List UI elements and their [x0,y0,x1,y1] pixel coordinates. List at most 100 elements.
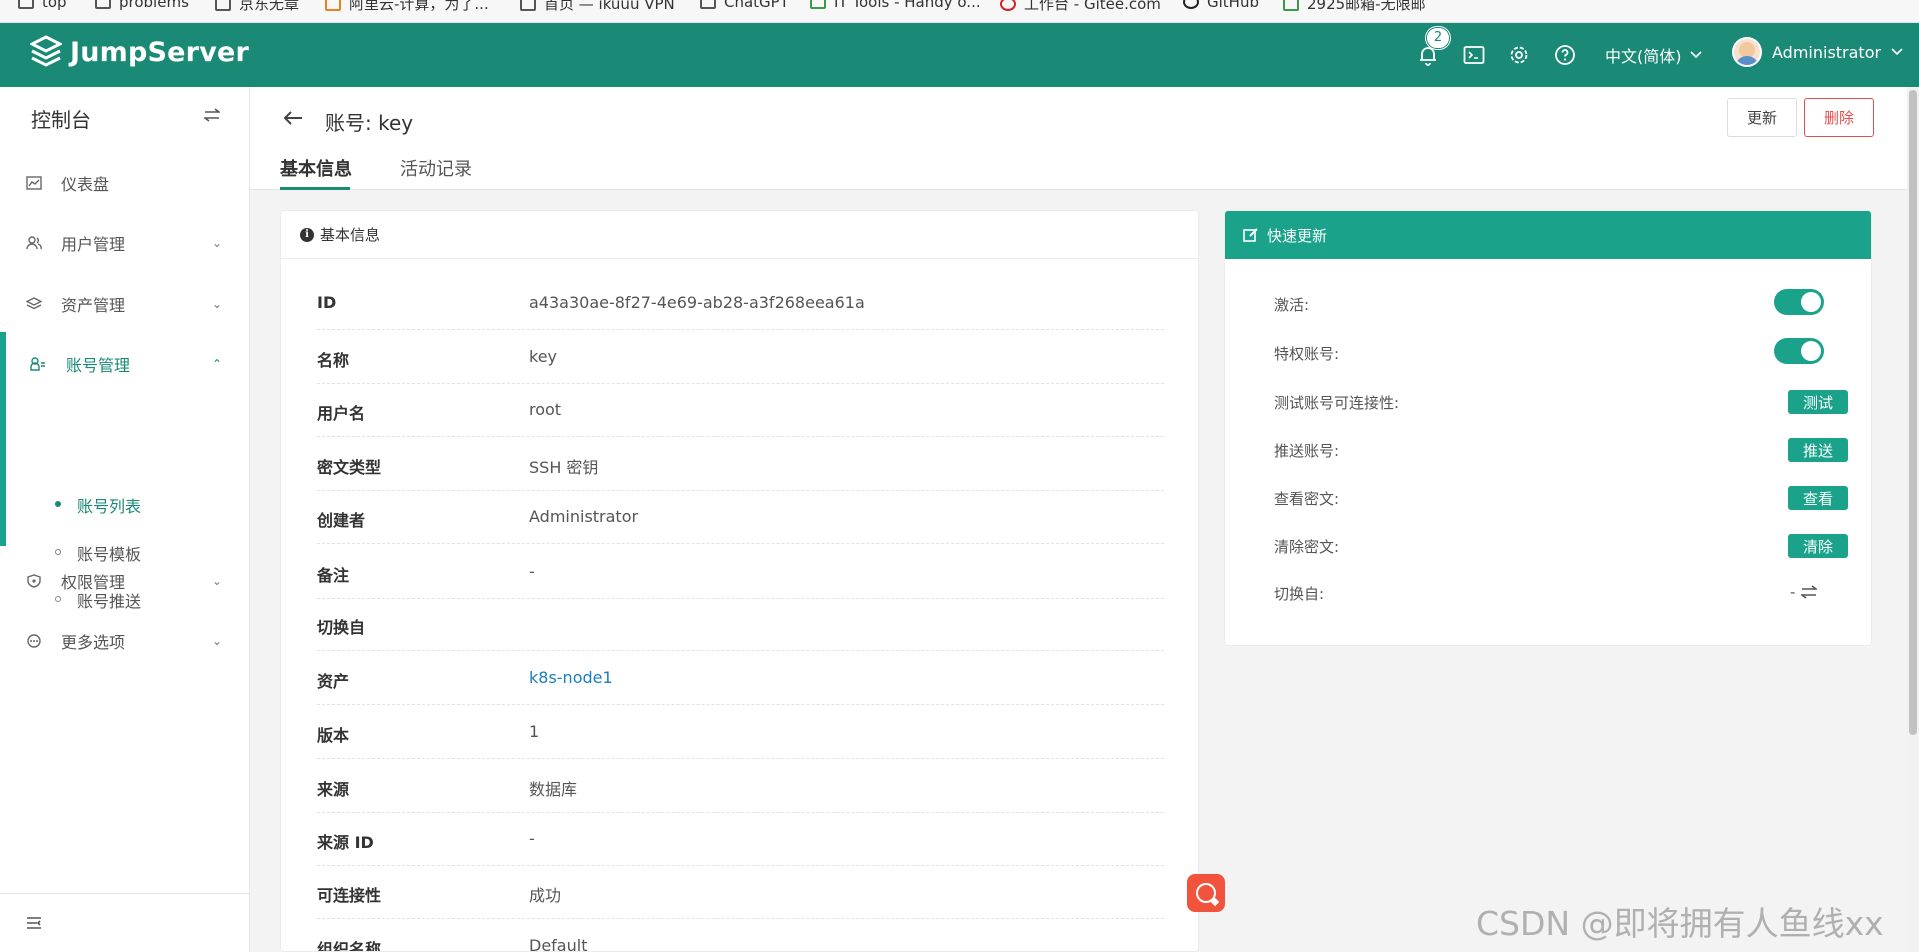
info-row: 组织名称 Default [317,919,1164,952]
info-key: 名称 [317,351,350,370]
sidebar-subitem-account-list[interactable]: 账号列表 [0,485,250,523]
help-button[interactable] [1553,43,1577,67]
delete-button[interactable]: 删除 [1804,98,1874,137]
avatar [1732,37,1762,67]
sidebar-item-more[interactable]: 更多选项 ⌄ [0,616,250,666]
switch-from-value[interactable]: - [1790,583,1818,601]
switch-arrows-icon [1801,585,1818,599]
test-connectivity-button[interactable]: 测试 [1788,390,1848,414]
info-value: - [529,829,535,848]
sidebar-item-accounts[interactable]: 账号管理 ⌃ [0,339,250,389]
update-button[interactable]: 更新 [1727,98,1797,137]
info-key: 来源 [317,780,350,799]
web-terminal-button[interactable] [1462,43,1486,67]
quick-label: 激活: [1274,296,1310,314]
info-value: key [529,347,558,366]
sidebar-item-users[interactable]: 用户管理 ⌄ [0,218,250,268]
chat-icon [1196,883,1216,903]
quick-label: 特权账号: [1274,345,1340,363]
bookmark-item[interactable]: 2925邮箱-无限邮 [1283,0,1426,14]
quick-label: 推送账号: [1274,442,1340,460]
quick-row-privileged: 特权账号: [1274,338,1834,368]
subitem-label: 账号列表 [77,497,142,516]
bullet-icon [55,549,61,555]
tab-basic-info[interactable]: 基本信息 [280,155,352,181]
jumpserver-logo-icon [30,35,62,67]
edit-icon [1243,228,1258,242]
chat-float-button[interactable] [1187,874,1225,912]
scrollbar-thumb[interactable] [1909,90,1917,735]
view-secret-button[interactable]: 查看 [1788,486,1848,510]
bookmark-item[interactable]: GitHub [1183,0,1259,11]
user-name: Administrator [1772,42,1882,62]
clear-secret-button[interactable]: 清除 [1788,534,1848,558]
switch-from-text: - [1790,583,1796,601]
quick-row-clear: 清除密文: 清除 [1274,531,1848,561]
bookmark-item[interactable]: 工作台 - Gitee.com [1000,0,1161,14]
account-icon [30,357,45,371]
info-row: 名称 key [317,330,1164,384]
user-menu[interactable]: Administrator [1732,37,1903,67]
shield-icon [27,574,41,588]
info-row: 资产 k8s-node1 [317,651,1164,705]
page-scrollbar[interactable] [1907,87,1919,952]
page-header: 账号: key 更新 删除 基本信息 活动记录 [250,87,1909,190]
quick-label: 切换自: [1274,585,1325,603]
more-icon [27,634,41,648]
arrow-left-icon [283,111,302,125]
privileged-toggle[interactable] [1774,338,1824,364]
info-value: SSH 密钥 [529,458,599,477]
tab-activity-log[interactable]: 活动记录 [400,155,472,181]
settings-button[interactable] [1507,43,1531,67]
active-toggle[interactable] [1774,289,1824,315]
bookmark-item[interactable]: problems [95,0,189,11]
bookmark-item[interactable]: 京东无章 [215,0,299,14]
info-value: Administrator [529,507,639,526]
language-selector[interactable]: 中文(简体) [1605,43,1702,67]
quick-row-test: 测试账号可连接性: 测试 [1274,387,1848,417]
sidebar-item-assets[interactable]: 资产管理 ⌄ [0,279,250,329]
collapse-menu-icon[interactable] [26,916,42,930]
brand-logo[interactable]: JumpServer [30,35,249,69]
openai-icon [700,0,716,9]
basic-info-card: i 基本信息 ID a43a30ae-8f27-4e69-ab28-a3f268e… [280,210,1199,952]
page-title: 账号: key [325,111,414,135]
asset-link[interactable]: k8s-node1 [529,668,613,687]
info-row: 版本 1 [317,705,1164,759]
info-key: 备注 [317,566,350,585]
info-key: 切换自 [317,618,366,637]
bookmark-item[interactable]: 阿里云-计算，为了... [325,0,489,14]
sidebar-item-dashboard[interactable]: 仪表盘 [0,158,250,208]
bookmark-item[interactable]: ChatGPT [700,0,789,11]
sidebar-item-label: 更多选项 [61,633,126,652]
chevron-down-icon [1689,51,1702,59]
info-key: 创建者 [317,511,366,530]
mail-icon [1283,0,1299,11]
push-account-button[interactable]: 推送 [1788,438,1848,462]
info-value: Default [529,936,588,952]
info-row: 创建者 Administrator [317,490,1164,544]
sidebar-item-label: 资产管理 [61,296,126,315]
bookmark-item[interactable]: 首页 — ikuuu VPN [520,0,675,14]
chevron-down-icon: ⌄ [212,574,223,588]
chevron-down-icon: ⌄ [212,634,223,648]
active-tab-indicator [280,187,350,190]
bookmark-item[interactable]: IT Tools - Handy o... [810,0,981,11]
gitee-icon [1000,0,1016,11]
github-icon [1183,0,1199,9]
bookmark-item[interactable]: top [18,0,67,11]
notification-badge: 2 [1426,27,1450,49]
info-key: 组织名称 [317,940,382,952]
chevron-down-icon: ⌄ [212,297,223,311]
info-key: 可连接性 [317,886,382,905]
quick-label: 清除密文: [1274,538,1340,556]
chevron-down-icon: ⌄ [212,236,223,250]
sidebar-item-permissions[interactable]: 权限管理 ⌄ [0,556,250,606]
back-button[interactable] [283,107,303,132]
view-switch-button[interactable] [202,106,222,127]
quick-label: 测试账号可连接性: [1274,394,1400,412]
chevron-up-icon: ⌃ [212,357,223,371]
sidebar-item-label: 权限管理 [61,573,126,592]
sidebar-item-label: 用户管理 [61,235,126,254]
chevron-down-icon [1891,48,1903,56]
